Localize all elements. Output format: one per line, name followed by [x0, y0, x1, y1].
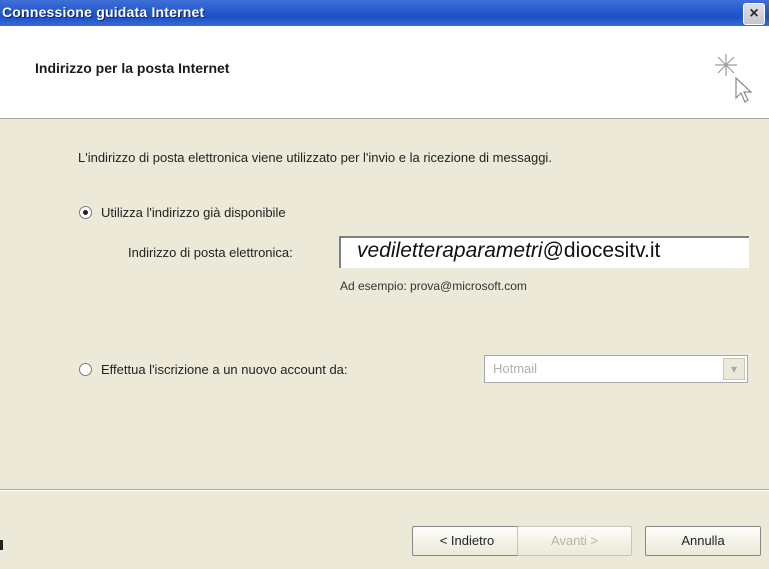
page-title: Indirizzo per la posta Internet: [35, 60, 230, 76]
provider-select-value: Hotmail: [493, 361, 538, 376]
chevron-down-icon: ▾: [723, 358, 745, 380]
next-button[interactable]: Avanti >: [517, 526, 632, 556]
email-value-user: vediletteraparametri: [357, 239, 543, 262]
radio-new-account[interactable]: Effettua l'iscrizione a un nuovo account…: [79, 362, 348, 377]
wizard-sparkle-cursor-icon: [715, 54, 753, 103]
wizard-window: Connessione guidata Internet × Indirizzo…: [0, 0, 769, 569]
window-title: Connessione guidata Internet: [2, 4, 205, 20]
radio-use-existing-label: Utilizza l'indirizzo già disponibile: [101, 205, 286, 220]
close-icon: ×: [749, 5, 759, 22]
email-value-domain: @diocesitv.it: [542, 239, 661, 262]
edge-mark: [0, 540, 3, 550]
email-example-text: Ad esempio: prova@microsoft.com: [340, 279, 527, 293]
footer-divider: [0, 489, 769, 491]
intro-text: L'indirizzo di posta elettronica viene u…: [78, 150, 552, 165]
close-button[interactable]: ×: [743, 3, 765, 25]
email-field[interactable]: vediletteraparametri@diocesitv.it: [339, 236, 749, 268]
back-button[interactable]: < Indietro: [412, 526, 522, 556]
wizard-header: Indirizzo per la posta Internet: [0, 26, 769, 119]
radio-new-account-label: Effettua l'iscrizione a un nuovo account…: [101, 362, 348, 377]
provider-select: Hotmail ▾: [484, 355, 748, 383]
cancel-button[interactable]: Annulla: [645, 526, 761, 556]
wizard-content: L'indirizzo di posta elettronica viene u…: [0, 119, 769, 489]
radio-use-existing[interactable]: Utilizza l'indirizzo già disponibile: [79, 205, 286, 220]
radio-button-selected[interactable]: [79, 206, 92, 219]
email-field-label: Indirizzo di posta elettronica:: [128, 245, 293, 260]
radio-button-unselected[interactable]: [79, 363, 92, 376]
title-bar[interactable]: Connessione guidata Internet ×: [0, 0, 769, 26]
